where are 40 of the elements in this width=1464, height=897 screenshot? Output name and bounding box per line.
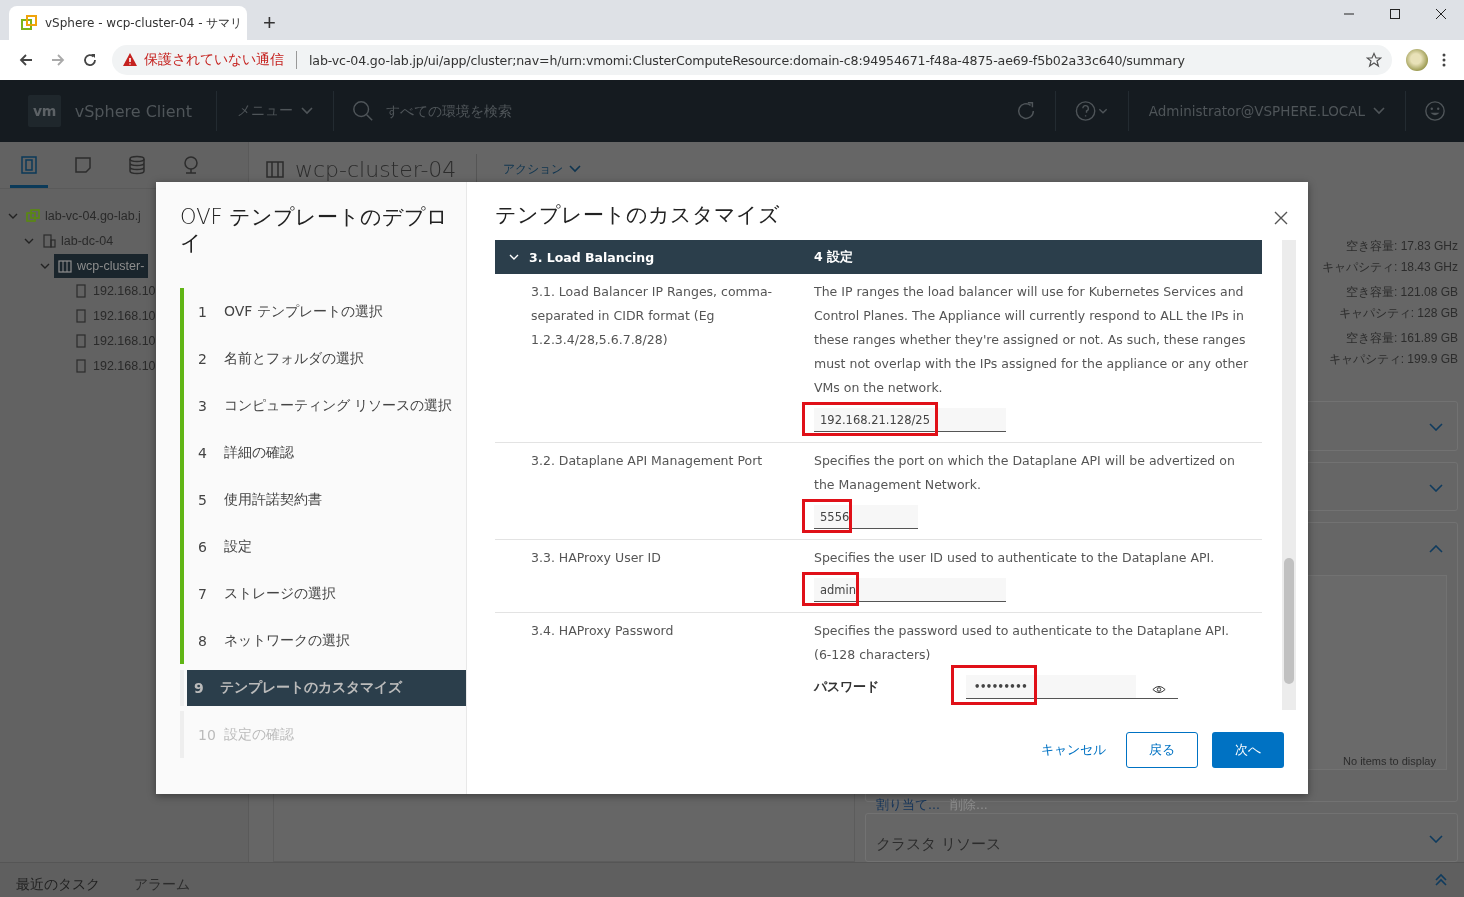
setting-description: Specifies the port on which the Dataplane API will be advertized on the Management Network. bbox=[814, 452, 1236, 494]
cancel-button[interactable]: キャンセル bbox=[1035, 740, 1112, 760]
tab-title: vSphere - wcp-cluster-04 - サマリ bbox=[45, 14, 243, 32]
input-field[interactable]: 192.168.21.128/25 bbox=[814, 408, 1006, 432]
input-field[interactable]: ••••••••• bbox=[966, 675, 1178, 699]
wizard-step[interactable]: 8 ネットワークの選択 bbox=[180, 617, 466, 664]
wizard-step[interactable]: 2 名前とフォルダの選択 bbox=[180, 335, 466, 382]
wizard-step[interactable]: 4 詳細の確認 bbox=[180, 429, 466, 476]
tree-item[interactable]: wcp-cluster- bbox=[54, 253, 149, 278]
new-tab-button[interactable]: + bbox=[257, 10, 282, 36]
step-heading: テンプレートのカスタマイズ bbox=[495, 202, 780, 229]
wizard-step[interactable]: 3 コンピューティング リソースの選択 bbox=[180, 382, 466, 429]
setting-label: 3.1. Load Balancer IP Ranges, comma-separated in CIDR format (Eg 1.2.3.4/28,5.6.7.8/28) bbox=[530, 283, 774, 349]
wizard-title: OVF テンプレートのデプロイ bbox=[180, 204, 450, 256]
address-bar[interactable]: 保護されていない通信 lab-vc-04.go-lab.jp/ui/app/cluster;nav=h/urn:vmomi:ClusterComputeResource:domain-c8:94954671-f48a-4875-ae69-f5b02a33c640/summary bbox=[112, 45, 1392, 75]
browser-tab[interactable]: vSphere - wcp-cluster-04 - サマリ bbox=[9, 6, 247, 40]
input-field[interactable]: 5556 bbox=[814, 505, 918, 529]
back-button[interactable]: 戻る bbox=[1126, 732, 1198, 768]
empty-message: No items to display bbox=[1343, 755, 1436, 768]
wizard-step[interactable]: 5 使用許諾契約書 bbox=[180, 476, 466, 523]
object-title: wcp-cluster-04 bbox=[295, 156, 457, 182]
field-label: パスワード bbox=[814, 678, 880, 696]
input-field[interactable]: admin bbox=[814, 578, 1006, 602]
setting-description: Specifies the user ID used to authenticate to the Dataplane API. bbox=[814, 549, 1216, 567]
setting-label: 3.4. HAProxy Password bbox=[530, 622, 675, 640]
wizard-step[interactable]: 1 OVF テンプレートの選択 bbox=[180, 288, 466, 335]
setting-label: 3.2. Dataplane API Management Port bbox=[530, 452, 764, 470]
url-text: lab-vc-04.go-lab.jp/ui/app/cluster;nav=h/urn:vmomi:ClusterComputeResource:domain-c8:94954671-f48a-4875-ae69-f5b02a33c640/summary bbox=[309, 52, 1185, 68]
setting-description: The IP ranges the load balancer will use for Kubernetes Services and Control Planes. The Appliance will currently respond to ALL the IPs in these ranges whether they're assigned or not. As such, these ranges must not overlap with the IPs assigned for the appliance or any other VMs on the network. bbox=[814, 283, 1250, 397]
setting-description: Specifies the password used to authenticate to the Dataplane API. (6-128 characters) bbox=[814, 622, 1231, 664]
setting-label: 3.3. HAProxy User ID bbox=[530, 549, 662, 567]
security-warning: 保護されていない通信 bbox=[144, 51, 284, 69]
logo: vm bbox=[28, 95, 61, 127]
section-header[interactable]: 3. Load Balancing 4 設定 bbox=[495, 240, 1262, 274]
wizard-step[interactable]: 6 設定 bbox=[180, 523, 466, 570]
wizard-step[interactable]: 9 テンプレートのカスタマイズ bbox=[180, 670, 466, 706]
product-name: vSphere Client bbox=[74, 101, 192, 121]
panel-title: クラスタ リソース bbox=[876, 834, 1001, 854]
wizard-step[interactable]: 7 ストレージの選択 bbox=[180, 570, 466, 617]
next-button[interactable]: 次へ bbox=[1212, 732, 1284, 768]
